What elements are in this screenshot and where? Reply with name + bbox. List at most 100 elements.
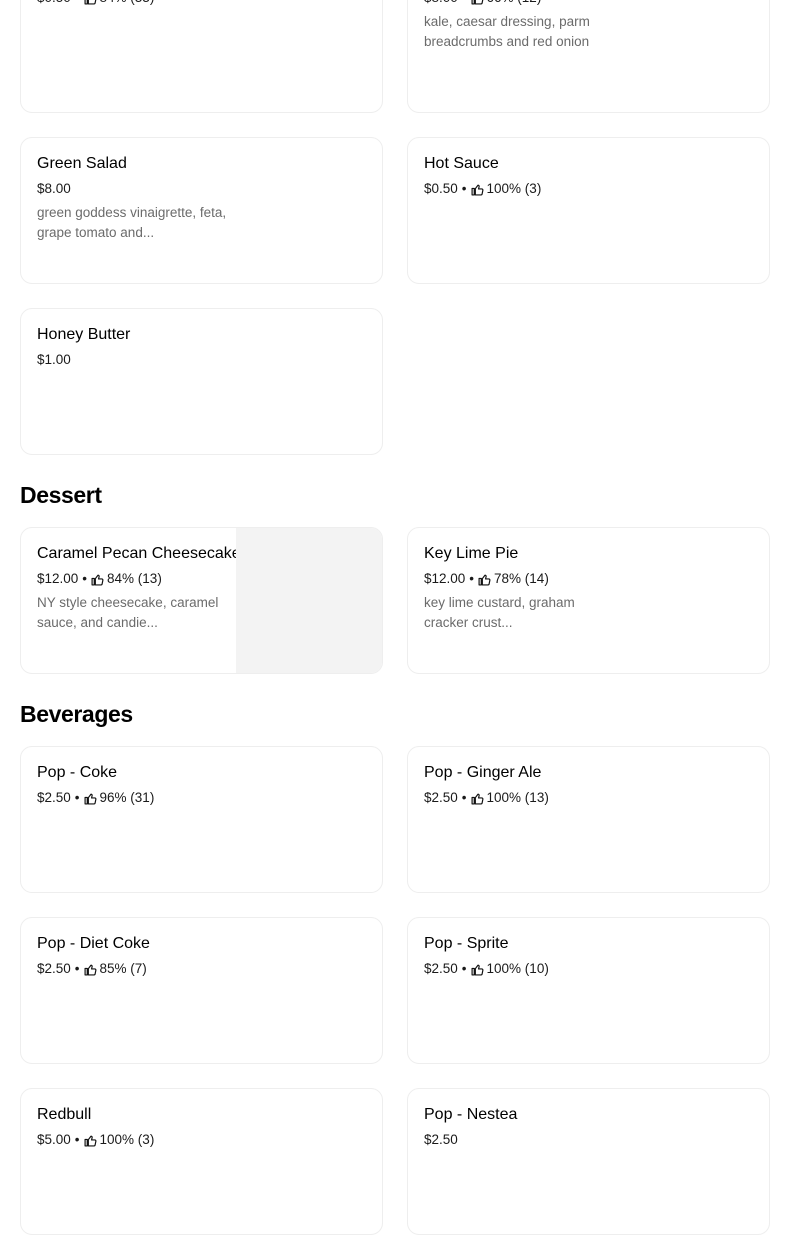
menu-item-meta: $8.00 • 66% (12) bbox=[424, 0, 629, 8]
menu-item-meta: $0.50 • 84% (33) bbox=[37, 0, 242, 8]
menu-item-rating: 100% (3) bbox=[486, 181, 542, 196]
menu-item-meta: $2.50 bbox=[424, 1130, 629, 1150]
menu-item-name: Pop - Coke bbox=[37, 764, 118, 781]
menu-item-card[interactable]: $8.00 • 66% (12) kale, caesar dressing, … bbox=[407, 0, 770, 113]
menu-item-rating: 84% (13) bbox=[107, 571, 162, 586]
menu-item-card[interactable]: Pop - Sprite $2.50 • 100% (10) bbox=[407, 917, 770, 1064]
menu-item-card[interactable]: Redbull $5.00 • 100% (3) bbox=[20, 1088, 383, 1235]
separator-dot: • bbox=[462, 0, 467, 8]
menu-item-name: Pop - Nestea bbox=[424, 1106, 518, 1123]
menu-item-price: $5.00 bbox=[37, 1132, 71, 1147]
menu-item-card[interactable]: Pop - Coke $2.50 • 96% (31) bbox=[20, 746, 383, 893]
menu-item-price: $12.00 bbox=[424, 571, 466, 586]
menu-item-rating: 96% (31) bbox=[99, 790, 155, 805]
menu-item-card[interactable]: Pop - Nestea $2.50 bbox=[407, 1088, 770, 1235]
menu-item-price: $12.00 bbox=[37, 571, 79, 586]
menu-item-rating: 84% (33) bbox=[100, 0, 155, 8]
menu-item-rating: 100% (13) bbox=[486, 790, 549, 805]
menu-item-price: $1.00 bbox=[37, 352, 71, 367]
menu-item-card[interactable]: Green Salad $8.00 green goddess vinaigre… bbox=[20, 137, 383, 284]
menu-item-meta: $5.00 • 100% (3) bbox=[37, 1130, 242, 1150]
menu-item-info: Caramel Pecan Cheesecake $12.00 • 84% (1… bbox=[37, 544, 242, 633]
menu-item-info: Hot Sauce $0.50 • 100% (3) bbox=[424, 154, 629, 199]
menu-item-meta: $8.00 bbox=[37, 179, 242, 199]
separator-dot: • bbox=[74, 961, 80, 976]
menu-item-info: Honey Butter $1.00 bbox=[37, 325, 242, 370]
menu-item-card[interactable]: $0.50 • 84% (33) bbox=[20, 0, 383, 113]
menu-item-rating: 100% (3) bbox=[99, 1132, 155, 1147]
menu-item-name: Caramel Pecan Cheesecake bbox=[37, 545, 241, 562]
menu-item-price: $2.50 bbox=[424, 961, 458, 976]
menu-item-rating: 100% (10) bbox=[486, 961, 549, 976]
menu-item-image bbox=[236, 528, 382, 673]
menu-item-meta: $2.50 • 100% (10) bbox=[424, 959, 629, 979]
menu-item-meta: $12.00 • 84% (13) bbox=[37, 569, 242, 589]
menu-item-price: $2.50 bbox=[37, 790, 71, 805]
menu-item-name: Hot Sauce bbox=[424, 155, 499, 172]
menu-item-info: $8.00 • 66% (12) kale, caesar dressing, … bbox=[424, 0, 629, 52]
menu-item-info: Green Salad $8.00 green goddess vinaigre… bbox=[37, 154, 242, 243]
separator-dot: • bbox=[75, 0, 80, 8]
thumbs-up-icon bbox=[84, 1135, 96, 1147]
menu-item-price: $0.50 bbox=[37, 0, 71, 8]
menu-item-name: Green Salad bbox=[37, 155, 127, 172]
menu-item-meta: $2.50 • 85% (7) bbox=[37, 959, 242, 979]
thumbs-up-icon bbox=[471, 793, 483, 805]
separator-dot: • bbox=[469, 571, 475, 586]
thumbs-up-icon bbox=[478, 574, 491, 586]
menu-item-name: Key Lime Pie bbox=[424, 545, 519, 562]
separator-dot: • bbox=[74, 790, 80, 805]
menu-item-rating: 66% (12) bbox=[487, 0, 542, 8]
menu-item-info: Pop - Diet Coke $2.50 • 85% (7) bbox=[37, 934, 242, 979]
separator-dot: • bbox=[461, 181, 467, 196]
menu-item-meta: $1.00 bbox=[37, 350, 242, 370]
menu-item-card[interactable]: Caramel Pecan Cheesecake $12.00 • 84% (1… bbox=[20, 527, 383, 674]
thumbs-up-icon bbox=[471, 0, 483, 5]
menu-item-info: Pop - Coke $2.50 • 96% (31) bbox=[37, 763, 242, 808]
menu-item-card[interactable]: Key Lime Pie $12.00 • 78% (14) key lime … bbox=[407, 527, 770, 674]
menu-item-meta: $0.50 • 100% (3) bbox=[424, 179, 629, 199]
menu-item-info: Pop - Ginger Ale $2.50 • 100% (13) bbox=[424, 763, 629, 808]
menu-item-description: kale, caesar dressing, parm breadcrumbs … bbox=[424, 14, 590, 49]
menu-item-price: $2.50 bbox=[37, 961, 71, 976]
thumbs-up-icon bbox=[471, 964, 483, 976]
section-title-beverages: Beverages bbox=[20, 701, 133, 727]
menu-item-info: Redbull $5.00 • 100% (3) bbox=[37, 1105, 242, 1150]
menu-item-rating: 78% (14) bbox=[494, 571, 549, 586]
menu-item-price: $2.50 bbox=[424, 1132, 458, 1147]
menu-item-name: Honey Butter bbox=[37, 326, 131, 343]
menu-item-meta: $2.50 • 100% (13) bbox=[424, 788, 629, 808]
menu-item-name: Pop - Sprite bbox=[424, 935, 509, 952]
menu-item-price: $8.00 bbox=[424, 0, 458, 8]
menu-item-description: key lime custard, graham cracker crust..… bbox=[424, 595, 575, 630]
separator-dot: • bbox=[461, 961, 467, 976]
menu-item-meta: $2.50 • 96% (31) bbox=[37, 788, 242, 808]
thumbs-up-icon bbox=[84, 793, 96, 805]
menu-item-card[interactable]: Honey Butter $1.00 bbox=[20, 308, 383, 455]
thumbs-up-icon bbox=[91, 574, 104, 586]
menu-item-info: Pop - Nestea $2.50 bbox=[424, 1105, 629, 1150]
menu-item-info: Pop - Sprite $2.50 • 100% (10) bbox=[424, 934, 629, 979]
thumbs-up-icon bbox=[84, 964, 96, 976]
menu-item-description: green goddess vinaigrette, feta, grape t… bbox=[37, 205, 227, 240]
menu-item-name: Pop - Ginger Ale bbox=[424, 764, 542, 781]
menu-page: $0.50 • 84% (33) $8.00 • 66% (12) kale, … bbox=[0, 0, 804, 1258]
separator-dot: • bbox=[74, 1132, 80, 1147]
menu-item-price: $8.00 bbox=[37, 181, 71, 196]
menu-item-info: Key Lime Pie $12.00 • 78% (14) key lime … bbox=[424, 544, 629, 633]
menu-item-description: NY style cheesecake, caramel sauce, and … bbox=[37, 595, 219, 630]
menu-item-card[interactable]: Pop - Ginger Ale $2.50 • 100% (13) bbox=[407, 746, 770, 893]
separator-dot: • bbox=[461, 790, 467, 805]
menu-item-card[interactable]: Pop - Diet Coke $2.50 • 85% (7) bbox=[20, 917, 383, 1064]
menu-item-name: Pop - Diet Coke bbox=[37, 935, 150, 952]
menu-item-card[interactable]: Hot Sauce $0.50 • 100% (3) bbox=[407, 137, 770, 284]
thumbs-up-icon bbox=[471, 184, 483, 196]
menu-item-info: $0.50 • 84% (33) bbox=[37, 0, 242, 8]
menu-item-price: $0.50 bbox=[424, 181, 458, 196]
menu-item-name: Redbull bbox=[37, 1106, 92, 1123]
menu-item-meta: $12.00 • 78% (14) bbox=[424, 569, 629, 589]
menu-item-price: $2.50 bbox=[424, 790, 458, 805]
section-title-dessert: Dessert bbox=[20, 482, 102, 508]
menu-item-rating: 85% (7) bbox=[99, 961, 147, 976]
thumbs-up-icon bbox=[84, 0, 96, 5]
